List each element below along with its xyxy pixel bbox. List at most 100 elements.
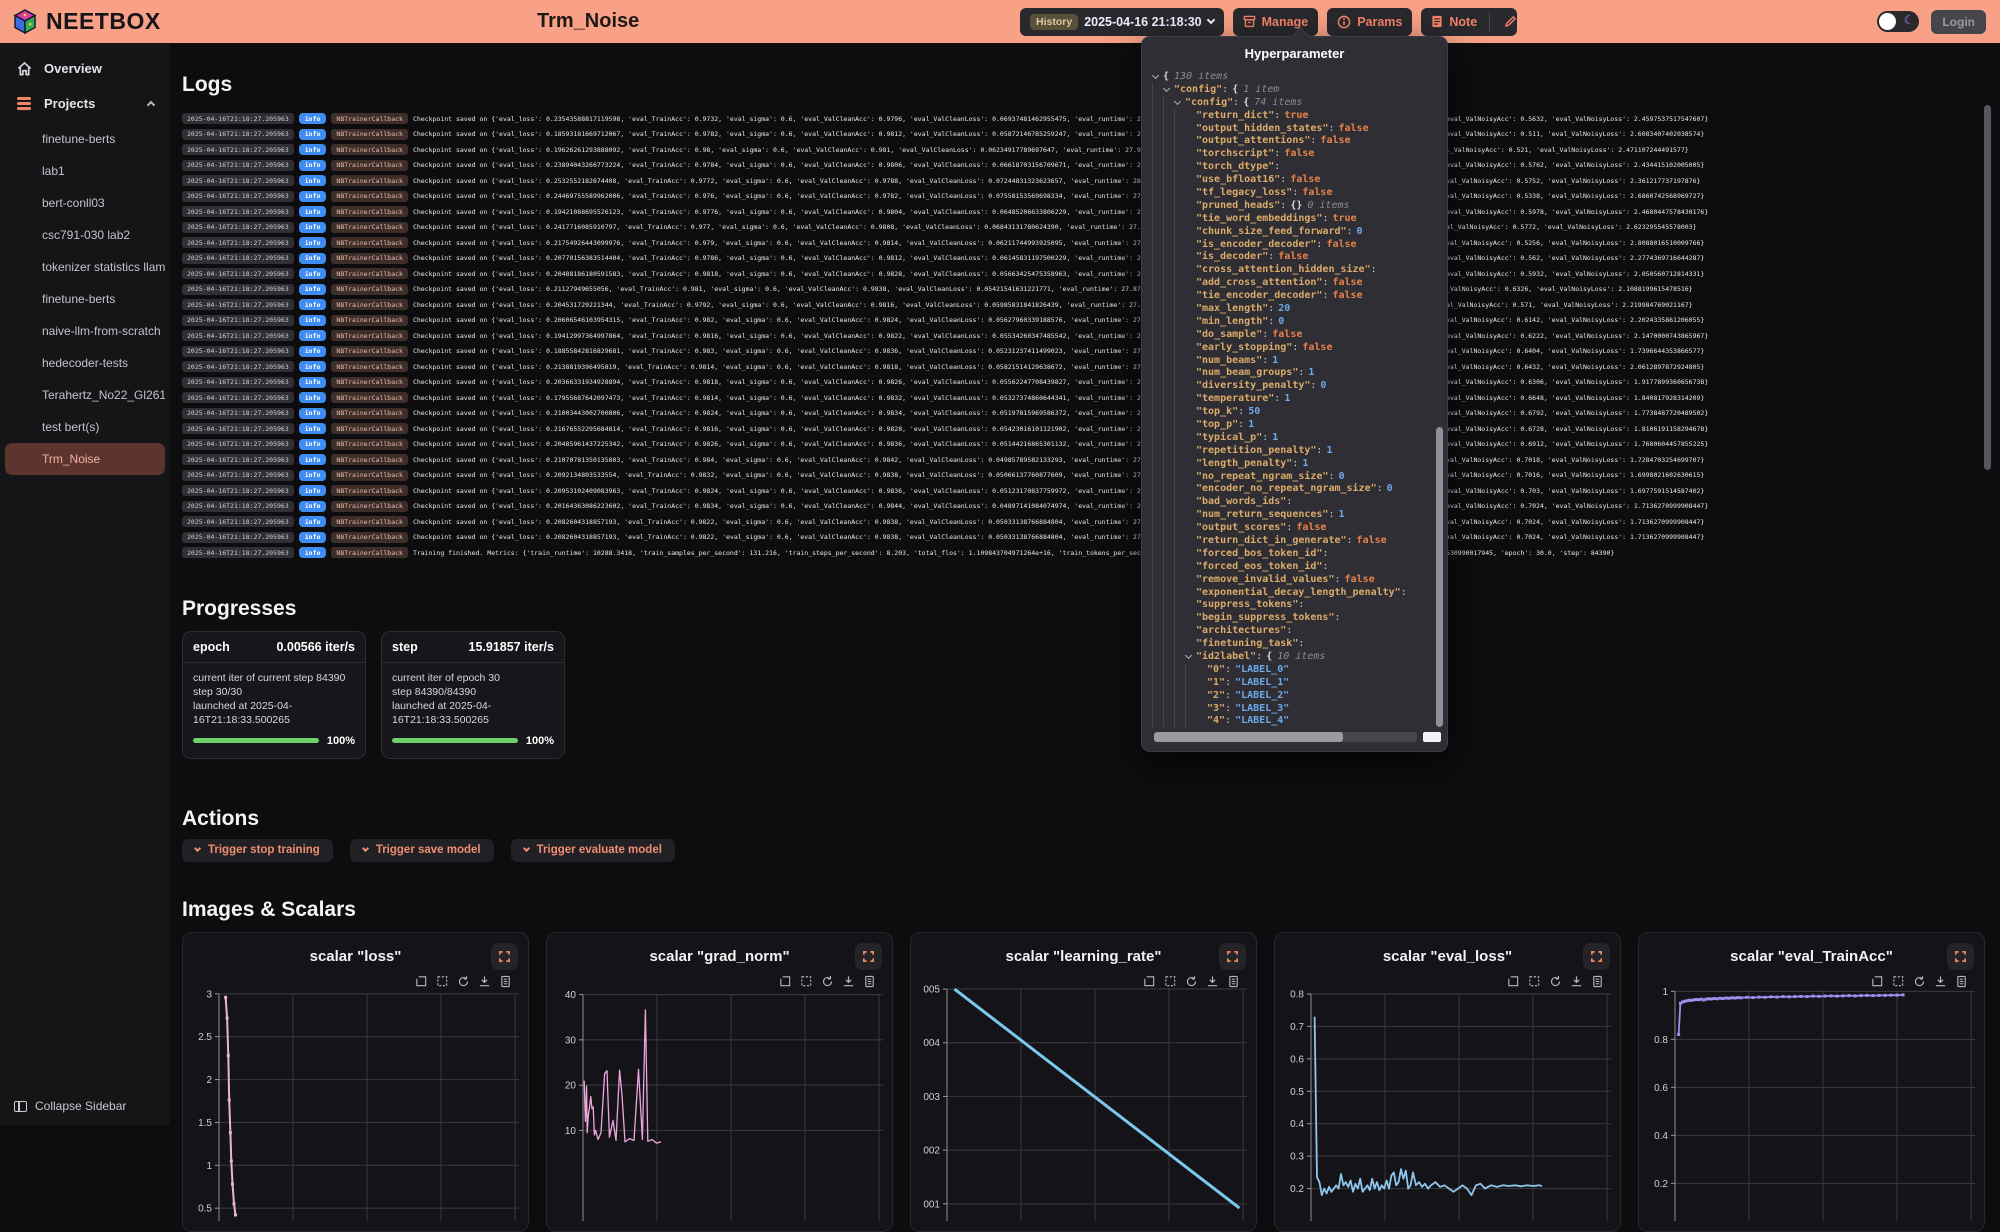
sidebar-project-finetune-berts[interactable]: finetune-berts <box>5 123 165 155</box>
log-timestamp: 2025-04-16T21:18:27.205963 <box>182 160 294 171</box>
download-icon[interactable] <box>1206 975 1219 988</box>
download-icon[interactable] <box>1934 975 1947 988</box>
tree-key: "forced_bos_token_id" <box>1196 548 1322 559</box>
note-label[interactable]: Note <box>1449 15 1477 29</box>
tree-line: "min_length":0 <box>1152 315 1431 328</box>
tree-key: "2" <box>1207 690 1225 701</box>
tree-key: "config" <box>1185 97 1233 108</box>
sidebar-project-test-bert-s-[interactable]: test bert(s) <box>5 411 165 443</box>
svg-text:0.7: 0.7 <box>1290 1021 1304 1032</box>
lasso-select-icon[interactable] <box>1528 975 1541 988</box>
tree-line: "architectures": <box>1152 624 1431 637</box>
data-file-icon[interactable] <box>1591 975 1604 988</box>
log-row: 2025-04-16T21:18:27.205963infoNBTrainerC… <box>182 111 1982 127</box>
plot-area[interactable]: 40302010 <box>553 981 888 1221</box>
tree-line: "begin_suppress_tokens": <box>1152 611 1431 624</box>
download-icon[interactable] <box>1570 975 1583 988</box>
theme-toggle[interactable]: ☾ <box>1877 11 1919 32</box>
logs-scrollbar-thumb[interactable] <box>1984 105 1991 470</box>
svg-text:1: 1 <box>206 1160 212 1171</box>
plot-area[interactable]: 005004003002001 <box>917 981 1252 1221</box>
reset-axes-icon[interactable] <box>1185 975 1198 988</box>
reset-axes-icon[interactable] <box>1549 975 1562 988</box>
reset-axes-icon[interactable] <box>457 975 470 988</box>
action-buttons: Trigger stop training Trigger save model T… <box>182 839 2000 862</box>
popup-horizontal-scrollbar[interactable] <box>1154 732 1417 742</box>
tree-expand-chevron[interactable] <box>1174 98 1181 105</box>
tree-expand-chevron[interactable] <box>1163 85 1170 92</box>
sidebar-item-projects[interactable]: Projects <box>0 86 170 121</box>
login-button[interactable]: Login <box>1931 10 1986 34</box>
log-source-badge: NBTrainerCallback <box>331 129 408 140</box>
info-icon <box>1337 15 1351 29</box>
sidebar-project-hedecoder-tests[interactable]: hedecoder-tests <box>5 347 165 379</box>
sidebar-project-lab1[interactable]: lab1 <box>5 155 165 187</box>
logs-scrollbar[interactable] <box>1984 105 1991 553</box>
lasso-select-icon[interactable] <box>436 975 449 988</box>
sidebar-project-trm-noise[interactable]: Trm_Noise <box>5 443 165 475</box>
zoom-box-icon[interactable] <box>415 975 428 988</box>
log-row: 2025-04-16T21:18:27.205963infoNBTrainerC… <box>182 545 1982 561</box>
log-row: 2025-04-16T21:18:27.205963infoNBTrainerC… <box>182 220 1982 236</box>
params-button[interactable]: Params <box>1327 8 1412 36</box>
fullscreen-button[interactable] <box>491 943 518 970</box>
data-file-icon[interactable] <box>863 975 876 988</box>
sidebar-item-overview[interactable]: Overview <box>0 51 170 86</box>
tree-key: "top_k" <box>1196 406 1238 417</box>
tree-value: false <box>1284 148 1314 159</box>
plot-area[interactable]: 0.80.70.60.50.40.30.2 <box>1281 981 1616 1221</box>
log-message: Checkpoint saved on {'eval_loss': 0.2082… <box>413 533 1704 541</box>
log-source-badge: NBTrainerCallback <box>331 299 408 310</box>
fullscreen-button[interactable] <box>1219 943 1246 970</box>
sidebar-project-bert-conll03[interactable]: bert-conll03 <box>5 187 165 219</box>
reset-axes-icon[interactable] <box>821 975 834 988</box>
log-level-badge: info <box>299 175 327 186</box>
zoom-box-icon[interactable] <box>1143 975 1156 988</box>
zoom-box-icon[interactable] <box>1507 975 1520 988</box>
edit-pencil-icon[interactable] <box>1504 15 1517 28</box>
popup-vertical-scrollbar[interactable] <box>1436 427 1443 727</box>
svg-text:30: 30 <box>565 1035 577 1046</box>
series-line <box>226 997 236 1215</box>
log-timestamp: 2025-04-16T21:18:27.205963 <box>182 454 294 465</box>
action-trigger-stop-training[interactable]: Trigger stop training <box>182 839 333 862</box>
lasso-select-icon[interactable] <box>1164 975 1177 988</box>
download-icon[interactable] <box>478 975 491 988</box>
action-trigger-evaluate-model[interactable]: Trigger evaluate model <box>511 839 675 862</box>
popup-horizontal-thumb[interactable] <box>1154 732 1343 742</box>
data-file-icon[interactable] <box>1227 975 1240 988</box>
lasso-select-icon[interactable] <box>1892 975 1905 988</box>
tree-value: false <box>1290 174 1320 185</box>
tree-expand-chevron[interactable] <box>1185 652 1192 659</box>
sidebar-project-terahertz-no22-gl261-gl-[interactable]: Terahertz_No22_Gl261_gl... <box>5 379 165 411</box>
tree-expand-chevron[interactable] <box>1152 72 1159 79</box>
lasso-select-icon[interactable] <box>800 975 813 988</box>
collapse-sidebar-button[interactable]: Collapse Sidebar <box>14 1099 126 1113</box>
sidebar-project-csc791-030-lab2[interactable]: csc791-030 lab2 <box>5 219 165 251</box>
action-trigger-save-model[interactable]: Trigger save model <box>350 839 494 862</box>
download-icon[interactable] <box>842 975 855 988</box>
tree-line: "top_p":1 <box>1152 418 1431 431</box>
zoom-box-icon[interactable] <box>779 975 792 988</box>
plot-area[interactable]: 10.80.60.40.2 <box>1645 981 1980 1221</box>
tree-line: "repetition_penalty":1 <box>1152 444 1431 457</box>
tree-line: "is_decoder":false <box>1152 250 1431 263</box>
log-message: Checkpoint saved on {'eval_loss': 0.1962… <box>413 146 1689 154</box>
fullscreen-button[interactable] <box>1947 943 1974 970</box>
plot-area[interactable]: 32.521.510.5 <box>189 981 524 1221</box>
zoom-box-icon[interactable] <box>1871 975 1884 988</box>
sidebar-project-finetune-berts[interactable]: finetune-berts <box>5 283 165 315</box>
tree-key: "encoder_no_repeat_ngram_size" <box>1196 483 1377 494</box>
fullscreen-button[interactable] <box>1583 943 1610 970</box>
fullscreen-button[interactable] <box>855 943 882 970</box>
sidebar-project-tokenizer-statistics-llama-[interactable]: tokenizer statistics llama... <box>5 251 165 283</box>
fullscreen-icon <box>498 950 511 963</box>
data-file-icon[interactable] <box>499 975 512 988</box>
data-file-icon[interactable] <box>1955 975 1968 988</box>
sidebar-project-naive-llm-from-scratch[interactable]: naive-llm-from-scratch <box>5 315 165 347</box>
reset-axes-icon[interactable] <box>1913 975 1926 988</box>
tree-value: "LABEL_2" <box>1235 690 1289 701</box>
popup-scroll-corner[interactable] <box>1423 732 1441 742</box>
history-dropdown[interactable]: History 2025-04-16 21:18:30 <box>1020 8 1224 36</box>
tree-line: "length_penalty":1 <box>1152 457 1431 470</box>
